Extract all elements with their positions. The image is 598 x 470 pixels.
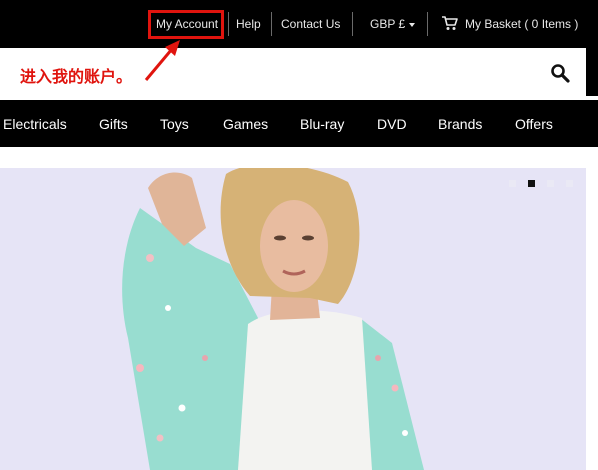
carousel-dot[interactable] (509, 180, 516, 187)
cart-icon[interactable] (441, 14, 459, 32)
divider (352, 12, 353, 36)
nav-item-gifts[interactable]: Gifts (99, 116, 128, 133)
divider (271, 12, 272, 36)
nav-item-toys[interactable]: Toys (160, 116, 189, 133)
caret-down-icon (409, 22, 416, 27)
carousel-dot[interactable] (566, 180, 573, 187)
nav-item-games[interactable]: Games (223, 116, 268, 133)
divider (427, 12, 428, 36)
hero-banner[interactable] (0, 168, 586, 470)
help-link[interactable]: Help (236, 16, 261, 32)
nav-item-electricals[interactable]: Electricals (3, 116, 67, 133)
search-icon[interactable] (550, 63, 570, 83)
hero-model-image (122, 168, 424, 470)
basket-link[interactable]: My Basket ( 0 Items ) (465, 16, 578, 32)
nav-item-brands[interactable]: Brands (438, 116, 482, 133)
nav-item-dvd[interactable]: DVD (377, 116, 407, 133)
contact-us-link[interactable]: Contact Us (281, 16, 340, 32)
carousel-dot-active[interactable] (528, 180, 535, 187)
main-nav: Electricals Gifts Toys Games Blu-ray DVD… (0, 100, 598, 147)
currency-label: GBP £ (370, 17, 406, 31)
carousel-dot[interactable] (547, 180, 554, 187)
currency-selector[interactable]: GBP £ (370, 16, 416, 32)
divider (228, 12, 229, 36)
nav-item-blu-ray[interactable]: Blu-ray (300, 116, 344, 133)
annotation-highlight-box (148, 10, 224, 39)
top-utility-bar: My Account Help Contact Us GBP £ My Bask… (0, 0, 598, 48)
annotation-text: 进入我的账户。 (20, 67, 133, 86)
nav-item-offers[interactable]: Offers (515, 116, 553, 133)
